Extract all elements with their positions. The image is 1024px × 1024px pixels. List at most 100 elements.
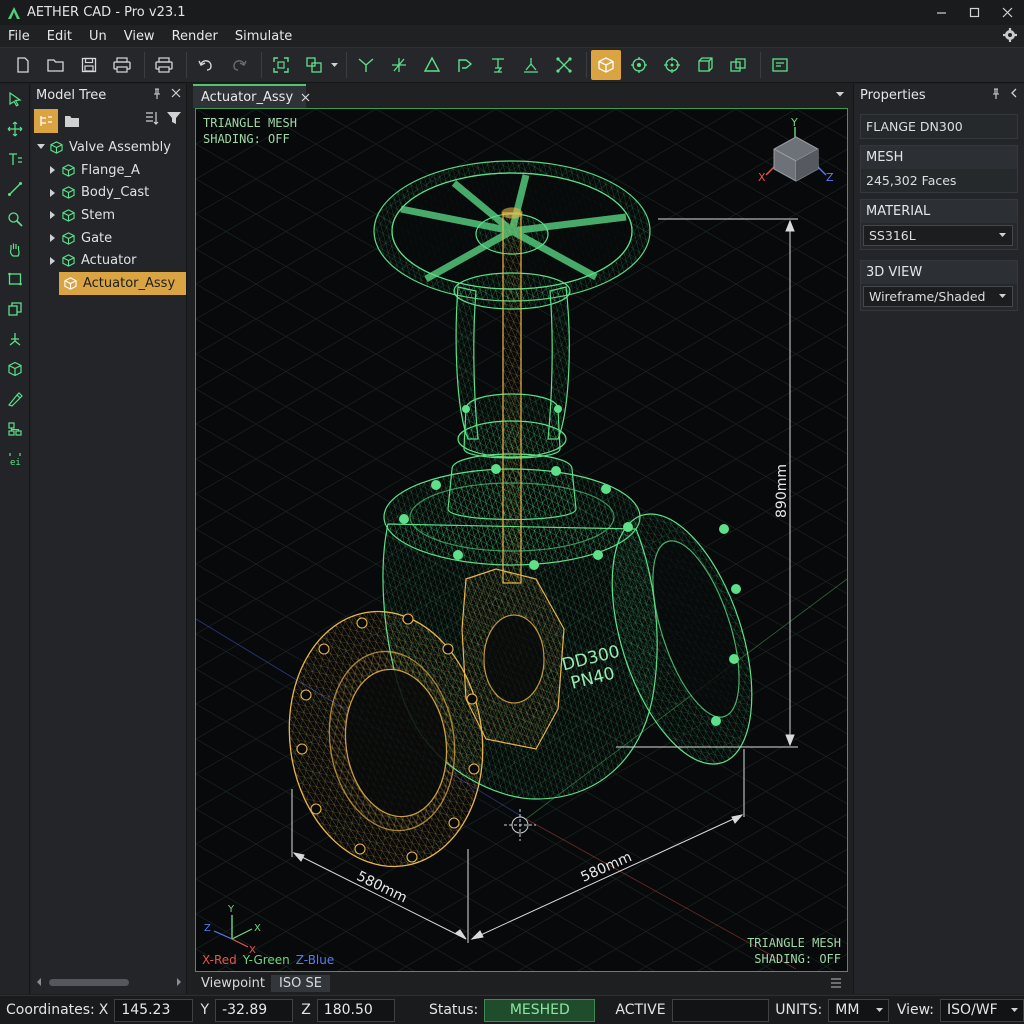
collapsed-caret-icon[interactable]: [47, 234, 59, 243]
save-icon[interactable]: [74, 50, 104, 80]
chevron-down-icon: [875, 1007, 883, 1013]
material-select[interactable]: SS316L: [863, 225, 1013, 246]
active-field[interactable]: [671, 998, 770, 1022]
layers-dropdown-icon[interactable]: [329, 62, 339, 68]
panel-layout-icon[interactable]: [765, 50, 795, 80]
expanded-caret-icon[interactable]: [35, 144, 47, 150]
pin-icon[interactable]: [991, 88, 1001, 100]
zoom-fit-icon[interactable]: [266, 50, 296, 80]
collapse-panel-icon[interactable]: [1010, 88, 1018, 100]
close-panel-icon[interactable]: [171, 88, 181, 100]
hierarchy-tool-icon[interactable]: [0, 414, 30, 444]
redo-icon[interactable]: [224, 50, 254, 80]
legend-y: Y-Green: [242, 953, 290, 967]
x-coordinate-field[interactable]: 145.23: [114, 998, 193, 1022]
scrollbar-thumb[interactable]: [49, 979, 129, 986]
menu-file[interactable]: File: [0, 29, 39, 44]
anchor-tool-icon[interactable]: [0, 324, 30, 354]
zoom-icon[interactable]: [0, 204, 30, 234]
tree-item-stem[interactable]: Stem: [31, 204, 186, 227]
maximize-icon[interactable]: [958, 0, 991, 25]
mesh-tool-icon[interactable]: [549, 50, 579, 80]
folder-view-icon[interactable]: [60, 109, 84, 133]
tab-actuator-assy[interactable]: Actuator_Assy: [193, 84, 310, 108]
collapsed-caret-icon[interactable]: [47, 211, 59, 220]
open-folder-icon[interactable]: [41, 50, 71, 80]
viewpoint-menu-icon[interactable]: [830, 978, 842, 988]
box-view-icon[interactable]: [690, 50, 720, 80]
tree-item-actuator-assy[interactable]: Actuator_Assy: [59, 272, 186, 295]
tree-item-body-cast[interactable]: Body_Cast: [31, 181, 186, 204]
tree-item-label: Stem: [81, 207, 116, 223]
3d-view-select[interactable]: Wireframe/Shaded: [863, 286, 1013, 307]
constraint-tool-icon[interactable]: [483, 50, 513, 80]
tree-item-actuator[interactable]: Actuator: [31, 249, 186, 272]
pin-tool-icon[interactable]: [516, 50, 546, 80]
menu-edit[interactable]: Edit: [39, 29, 81, 44]
triad-y-label: Y: [227, 904, 235, 915]
property-material-box: MATERIAL SS316L: [860, 199, 1018, 250]
close-icon[interactable]: [991, 0, 1024, 25]
units-select[interactable]: MM: [828, 998, 889, 1022]
sort-list-icon[interactable]: [144, 110, 160, 126]
triangle-tool-icon[interactable]: [417, 50, 447, 80]
section-view-icon[interactable]: [723, 50, 753, 80]
z-coordinate-field[interactable]: 180.50: [316, 998, 395, 1022]
select-arrow-icon[interactable]: [0, 84, 30, 114]
viewpoint-selector[interactable]: ISO SE: [271, 975, 330, 992]
collapsed-caret-icon[interactable]: [47, 256, 59, 265]
measure-icon[interactable]: [0, 174, 30, 204]
print-preview-icon[interactable]: [149, 50, 179, 80]
menu-un[interactable]: Un: [81, 29, 116, 44]
script-tool-icon[interactable]: ei: [0, 444, 30, 474]
model-tree-toolbar: [31, 106, 186, 136]
3d-viewport[interactable]: DD300 PN40 890mm 580mm 580mm Y X Z Y X Z…: [195, 108, 848, 972]
left-tool-strip: ei: [0, 84, 30, 994]
property-mesh-label: MESH: [861, 146, 1017, 169]
menu-simulate[interactable]: Simulate: [227, 29, 301, 44]
minimize-icon[interactable]: [925, 0, 958, 25]
window-title: AETHER CAD - Pro v23.1: [27, 5, 186, 20]
cube-tool-icon[interactable]: [0, 354, 30, 384]
tree-item-gate[interactable]: Gate: [31, 227, 186, 250]
tree-view-icon[interactable]: [34, 109, 58, 133]
overlay-shading: SHADING: OFF: [203, 132, 290, 146]
tab-close-icon[interactable]: [301, 93, 310, 102]
rectangle-tool-icon[interactable]: [0, 264, 30, 294]
center-snap-icon[interactable]: [657, 50, 687, 80]
tab-list-dropdown-icon[interactable]: [836, 92, 844, 97]
x-coord-label: X: [98, 1002, 109, 1018]
new-file-icon[interactable]: [8, 50, 38, 80]
status-label: Status:: [428, 1002, 479, 1018]
copy-tool-icon[interactable]: [0, 294, 30, 324]
move-icon[interactable]: [0, 114, 30, 144]
pan-hand-icon[interactable]: [0, 234, 30, 264]
collapsed-caret-icon[interactable]: [47, 188, 59, 197]
pin-icon[interactable]: [152, 88, 162, 100]
extrude-tool-icon[interactable]: [450, 50, 480, 80]
intersect-tool-icon[interactable]: [384, 50, 414, 80]
y-coordinate-field[interactable]: -32.89: [215, 998, 294, 1022]
collapsed-caret-icon[interactable]: [47, 166, 59, 175]
menu-render[interactable]: Render: [164, 29, 227, 44]
tree-item-flange-a[interactable]: Flange_A: [31, 159, 186, 182]
toolbar-separator: [186, 52, 187, 78]
undo-icon[interactable]: [191, 50, 221, 80]
text-tool-icon[interactable]: [0, 144, 30, 174]
gizmo-z-label: Z: [826, 171, 834, 184]
trim-tool-icon[interactable]: [351, 50, 381, 80]
settings-gear-icon[interactable]: [1002, 27, 1018, 43]
solid-cube-icon[interactable]: [591, 50, 621, 80]
sketch-tool-icon[interactable]: [0, 384, 30, 414]
filter-icon[interactable]: [166, 110, 182, 126]
layers-icon[interactable]: [299, 50, 329, 80]
tab-label: Actuator_Assy: [201, 89, 294, 105]
view-mode-select[interactable]: ISO/WF: [940, 998, 1024, 1022]
print-icon[interactable]: [107, 50, 137, 80]
model-tree-scrollbar[interactable]: [35, 976, 183, 988]
part-cube-icon: [59, 163, 77, 177]
tree-item-valve-assembly[interactable]: Valve Assembly: [31, 136, 186, 159]
menu-view[interactable]: View: [116, 29, 164, 44]
target-snap-icon[interactable]: [624, 50, 654, 80]
viewport-canvas[interactable]: DD300 PN40 890mm 580mm 580mm Y X Z Y X Z…: [196, 109, 847, 971]
